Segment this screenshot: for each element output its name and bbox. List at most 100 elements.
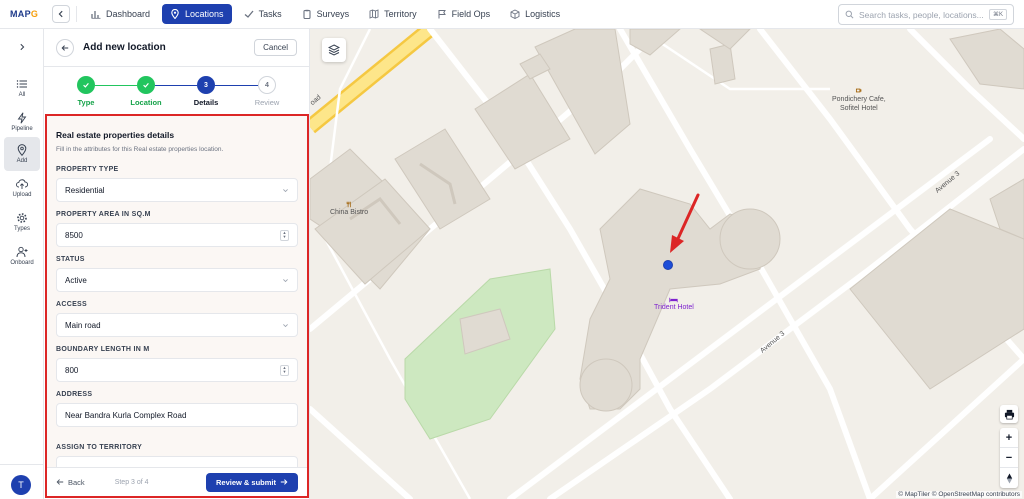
property-type-label: PROPERTY TYPE — [56, 166, 119, 173]
status-select[interactable]: Active — [56, 268, 298, 292]
rail-item-onboard[interactable]: Onboard — [4, 239, 40, 273]
dashboard-icon — [91, 11, 101, 19]
address-input[interactable]: Near Bandra Kurla Complex Road — [56, 403, 298, 427]
step-connector — [155, 85, 197, 86]
nav-tasks[interactable]: Tasks — [236, 4, 290, 24]
check-icon — [83, 83, 89, 88]
arrow-left-icon — [56, 479, 64, 485]
layers-button[interactable] — [322, 38, 346, 62]
top-bar: MAPG Dashboard Locations Tasks Surveys T… — [0, 0, 1024, 29]
add-location-panel: Add new location Cancel 3 4 Type Locatio… — [44, 29, 310, 499]
poi-cafe-label[interactable]: Pondichery Cafe, Sofitel Hotel — [832, 87, 886, 113]
hotel-icon — [669, 297, 679, 303]
compass-button[interactable] — [1000, 468, 1018, 488]
status-label: STATUS — [56, 256, 85, 263]
nav-territory[interactable]: Territory — [361, 4, 425, 24]
main-nav: Dashboard Locations Tasks Surveys Territ… — [83, 4, 568, 24]
wizard-stepper: 3 4 Type Location Details Review — [44, 76, 310, 116]
list-icon — [16, 80, 27, 88]
app-logo[interactable]: MAPG — [0, 9, 44, 19]
map-view[interactable]: Pondichery Cafe, Sofitel Hotel China Bis… — [310, 29, 1024, 499]
back-button[interactable]: Back — [56, 478, 85, 487]
search-placeholder: Search tasks, people, locations... — [859, 9, 984, 20]
location-marker[interactable] — [663, 260, 673, 270]
step-indicator: Step 3 of 4 — [114, 478, 149, 486]
location-pin-icon — [17, 144, 27, 156]
flag-icon — [438, 10, 446, 19]
arrow-left-icon — [61, 44, 69, 51]
divider — [76, 6, 77, 22]
step-4-dot[interactable]: 4 — [258, 76, 276, 94]
property-area-input[interactable]: 8500 ▲ ▼ — [56, 223, 298, 247]
territory-label: ASSIGN TO TERRITORY — [56, 444, 143, 451]
boundary-length-input[interactable]: 800 ▲ ▼ — [56, 358, 298, 382]
bolt-icon — [17, 112, 27, 124]
step-1-dot[interactable] — [77, 76, 95, 94]
zoom-out-button[interactable]: − — [1000, 448, 1018, 468]
step-4-label: Review — [254, 98, 280, 107]
restaurant-icon — [346, 201, 351, 208]
nav-logistics[interactable]: Logistics — [502, 4, 568, 24]
clipboard-icon — [303, 9, 311, 19]
global-search[interactable]: Search tasks, people, locations... ⌘K — [838, 4, 1014, 25]
zoom-in-button[interactable]: + — [1000, 428, 1018, 448]
nav-locations[interactable]: Locations — [162, 4, 232, 24]
review-submit-button[interactable]: Review & submit — [205, 472, 298, 492]
gear-icon — [17, 213, 27, 223]
rail-item-add[interactable]: Add — [4, 137, 40, 171]
box-icon — [510, 9, 520, 19]
step-3-dot[interactable]: 3 — [197, 76, 215, 94]
access-select[interactable]: Main road — [56, 313, 298, 337]
step-connector — [215, 85, 258, 86]
cloud-upload-icon — [16, 179, 28, 189]
step-2-label: Location — [130, 98, 162, 107]
access-label: ACCESS — [56, 301, 87, 308]
step-connector — [95, 85, 137, 86]
user-add-icon — [16, 246, 28, 258]
left-rail: All Pipeline Add Upload Types Onboard T — [0, 29, 44, 499]
poi-trident-hotel-label[interactable]: Trident Hotel — [654, 297, 694, 311]
panel-title: Add new location — [83, 42, 166, 53]
property-type-select[interactable]: Residential — [56, 178, 298, 202]
location-pin-icon — [171, 9, 179, 19]
print-button[interactable] — [1000, 405, 1018, 423]
map-attribution[interactable]: © MapTiler © OpenStreetMap contributors — [896, 491, 1022, 498]
nav-surveys[interactable]: Surveys — [294, 4, 358, 24]
chevron-down-icon — [282, 187, 289, 194]
step-2-dot[interactable] — [137, 76, 155, 94]
boundary-length-label: BOUNDARY LENGTH IN M — [56, 346, 150, 353]
rail-expand-button[interactable] — [14, 39, 30, 55]
rail-item-pipeline[interactable]: Pipeline — [4, 105, 40, 139]
property-area-label: PROPERTY AREA IN SQ.M — [56, 211, 151, 218]
chevron-down-icon — [282, 277, 289, 284]
number-stepper-icon[interactable]: ▲ ▼ — [280, 229, 289, 241]
annotation-arrow — [670, 193, 700, 253]
step-3-label: Details — [193, 98, 219, 107]
rail-item-types[interactable]: Types — [4, 205, 40, 239]
panel-header: Add new location Cancel — [44, 29, 309, 67]
poi-china-bistro-label[interactable]: China Bistro — [330, 201, 368, 216]
check-icon — [244, 10, 254, 18]
search-shortcut: ⌘K — [988, 9, 1007, 20]
number-stepper-icon[interactable]: ▲ ▼ — [280, 364, 289, 376]
form-title: Real estate properties details — [56, 130, 175, 140]
nav-back-button[interactable] — [52, 5, 70, 23]
panel-back-button[interactable] — [56, 38, 74, 57]
map-icon — [369, 9, 379, 19]
chevron-right-icon — [20, 43, 25, 51]
cancel-button[interactable]: Cancel — [254, 39, 297, 56]
step-1-label: Type — [77, 98, 95, 107]
rail-item-upload[interactable]: Upload — [4, 171, 40, 205]
nav-field-ops[interactable]: Field Ops — [429, 4, 499, 24]
rail-item-all[interactable]: All — [4, 71, 40, 105]
chevron-down-icon — [282, 322, 289, 329]
chevron-left-icon — [58, 10, 63, 18]
zoom-controls: + − — [1000, 428, 1018, 488]
check-icon — [143, 83, 149, 88]
details-form-highlight: Real estate properties details Fill in t… — [45, 114, 309, 498]
form-footer: Back Step 3 of 4 Review & submit — [47, 467, 307, 496]
cafe-icon — [856, 88, 862, 93]
address-label: ADDRESS — [56, 391, 93, 398]
user-avatar[interactable]: T — [11, 475, 31, 495]
nav-dashboard[interactable]: Dashboard — [83, 4, 158, 24]
